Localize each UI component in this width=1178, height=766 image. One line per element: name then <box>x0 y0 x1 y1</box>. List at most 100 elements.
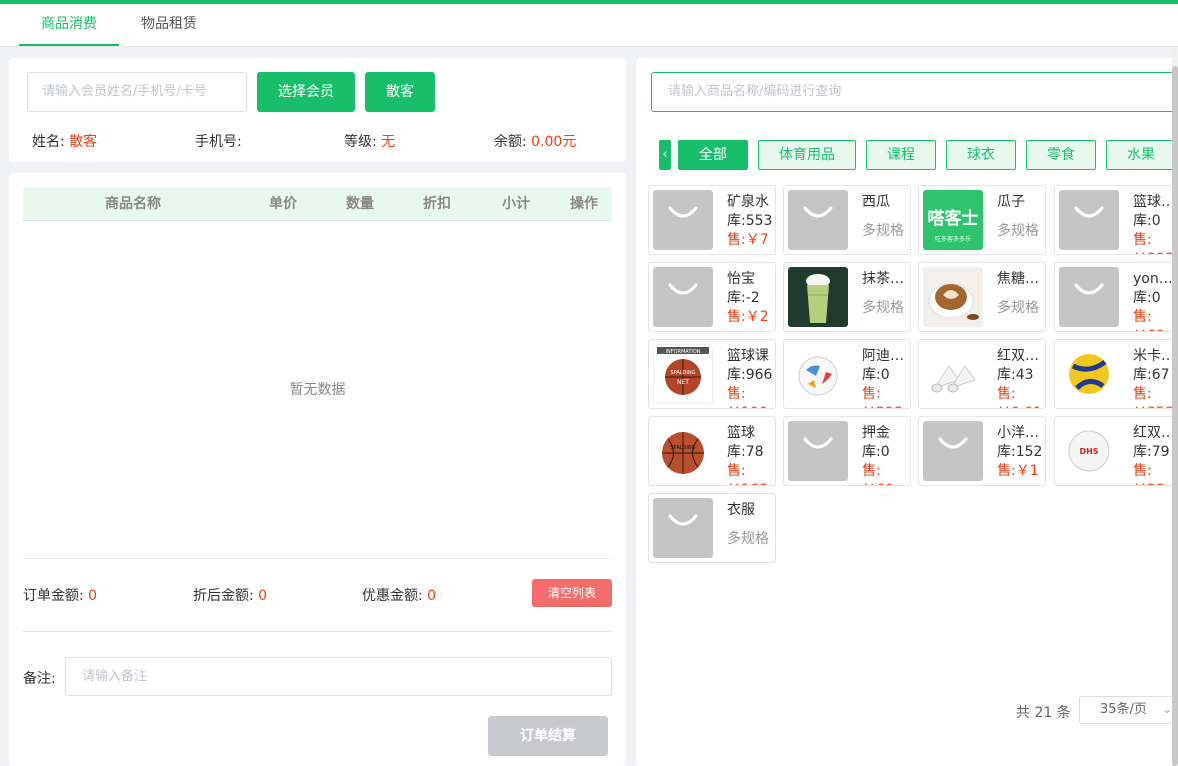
discounted-total-value: 0 <box>258 588 268 604</box>
order-total-value: 0 <box>88 588 98 604</box>
product-name: 焦糖… <box>997 271 1039 287</box>
page-size-select[interactable]: 35条/页 ⌄ <box>1079 696 1178 724</box>
divider <box>23 631 612 632</box>
product-card[interactable]: 红双… 库:43 售: ￥0.01 <box>918 339 1046 409</box>
product-name: 瓜子 <box>997 194 1025 210</box>
product-card[interactable]: 焦糖… 多规格 <box>918 262 1046 332</box>
category-fruit[interactable]: 水果 <box>1106 140 1176 170</box>
total-count: 共 21 条 <box>1016 705 1071 721</box>
product-name: 衣服 <box>727 502 755 518</box>
select-member-button[interactable]: 选择会员 <box>257 72 355 112</box>
product-name: 抹茶… <box>862 271 904 287</box>
category-jerseys[interactable]: 球衣 <box>946 140 1016 170</box>
category-sports[interactable]: 体育用品 <box>758 140 856 170</box>
remark-input[interactable]: 请输入备注 <box>65 657 612 696</box>
product-card[interactable]: 篮球…库:0售:￥398 <box>1054 185 1178 255</box>
product-card[interactable]: 怡宝库:-2 售:￥2 <box>648 262 776 332</box>
product-card[interactable]: 小洋… 库:152 售:￥1 <box>918 416 1046 486</box>
product-card[interactable]: DHS红双…库:79售:￥28 <box>1054 416 1178 486</box>
product-card[interactable]: 阿迪… 库:0 售: ￥298 <box>783 339 911 409</box>
walk-in-button[interactable]: 散客 <box>365 72 435 112</box>
product-stock: 库:0 <box>862 367 890 383</box>
product-card[interactable]: 押金库:0 售: ￥60 <box>783 416 911 486</box>
product-card[interactable]: 衣服 多规格 <box>648 493 776 563</box>
product-image <box>923 267 983 327</box>
product-price: 售:￥7 <box>727 232 769 248</box>
product-name: 红双… <box>997 348 1039 364</box>
product-card[interactable]: SPALDING 篮球库:78 售: ￥168 <box>648 416 776 486</box>
product-card[interactable]: 西瓜 多规格 <box>783 185 911 255</box>
product-price: 售: <box>727 463 746 479</box>
product-stock: 库:43 <box>997 367 1034 383</box>
product-card[interactable]: 矿泉水 库:553 售:￥7 <box>648 185 776 255</box>
tab-goods-consumption[interactable]: 商品消费 <box>19 4 119 46</box>
product-spec: 多规格 <box>727 531 769 547</box>
svg-text:嗒客士: 嗒客士 <box>928 208 979 229</box>
product-stock: 库:-2 <box>727 290 760 306</box>
member-search-input[interactable]: 请输入会员姓名/手机号/卡号 <box>27 72 247 112</box>
member-phone-info: 手机号: <box>195 134 242 150</box>
product-image <box>788 421 848 481</box>
product-price-value: ￥298 <box>862 404 910 408</box>
product-image <box>1059 344 1119 404</box>
column-actions: 操作 <box>570 196 598 212</box>
member-panel: 请输入会员姓名/手机号/卡号 选择会员 散客 姓名: 散客 手机号: 等级: 无… <box>9 58 626 162</box>
member-level-value: 无 <box>381 134 396 150</box>
product-card[interactable]: yone…库:0售:￥60 <box>1054 262 1178 332</box>
product-price: 售:￥2 <box>727 309 769 325</box>
svg-text:DHS: DHS <box>1079 447 1098 456</box>
product-image: SPALDING <box>653 421 713 481</box>
product-price: 售: <box>727 386 746 402</box>
product-price: 售: <box>862 463 881 479</box>
column-unit-price: 单价 <box>269 196 297 212</box>
product-price-value: ￥100 <box>727 404 775 408</box>
product-stock: 库:78 <box>727 444 764 460</box>
product-image <box>1059 190 1119 250</box>
product-image <box>923 421 983 481</box>
settle-order-button[interactable]: 订单结算 <box>488 716 608 756</box>
category-all[interactable]: 全部 <box>678 140 748 170</box>
product-image <box>653 267 713 327</box>
product-image <box>653 498 713 558</box>
product-name: 押金 <box>862 425 890 441</box>
order-table-header: 商品名称 单价 数量 折扣 小计 操作 <box>23 187 612 221</box>
product-name: 怡宝 <box>727 271 755 287</box>
product-name: 西瓜 <box>862 194 890 210</box>
product-price-value: ￥60 <box>862 481 910 485</box>
svg-text:SPALDING: SPALDING <box>670 445 695 451</box>
product-spec: 多规格 <box>862 300 904 316</box>
product-image <box>788 267 848 327</box>
product-search-input[interactable]: 请输入商品名称/编码进行查询 <box>651 72 1178 112</box>
product-card[interactable]: 米卡…库:67售:￥358 <box>1054 339 1178 409</box>
product-panel: 请输入商品名称/编码进行查询 ‹ 全部 体育用品 课程 球衣 零食 水果 矿泉水… <box>636 58 1178 766</box>
product-name: 小洋… <box>997 425 1039 441</box>
product-card[interactable]: 抹茶… 多规格 <box>783 262 911 332</box>
clear-list-button[interactable]: 清空列表 <box>532 579 612 607</box>
product-stock: 库:553 <box>727 213 773 229</box>
svg-text:INFORMATION: INFORMATION <box>665 349 700 355</box>
product-spec: 多规格 <box>997 300 1039 316</box>
member-balance-info: 余额: 0.00元 <box>494 134 577 150</box>
product-image <box>1059 267 1119 327</box>
scrollbar[interactable] <box>1172 48 1178 766</box>
product-name: 篮球课 <box>727 348 769 364</box>
scrollbar-thumb[interactable] <box>1172 66 1178 766</box>
remark-label: 备注: <box>23 671 56 687</box>
coupon-amount-value: 0 <box>427 588 437 604</box>
member-balance-value: 0.00元 <box>531 134 577 150</box>
module-tabs: 商品消费 物品租赁 <box>0 4 1178 47</box>
category-courses[interactable]: 课程 <box>866 140 936 170</box>
product-image <box>923 344 983 404</box>
tab-item-rental[interactable]: 物品租赁 <box>119 4 219 46</box>
product-card[interactable]: INFORMATION SPALDING NET 篮球课库:966 售: ￥100 <box>648 339 776 409</box>
svg-text:NET: NET <box>677 379 689 386</box>
product-name: 阿迪… <box>862 348 904 364</box>
category-prev-button[interactable]: ‹ <box>659 140 671 170</box>
product-price: 售: <box>862 386 881 402</box>
order-panel: 商品名称 单价 数量 折扣 小计 操作 暂无数据 订单金额: 0 折后金额: 0… <box>9 173 626 766</box>
product-stock: 库:152 <box>997 444 1043 460</box>
product-card[interactable]: 嗒客士 吃多客多多乐 瓜子 多规格 <box>918 185 1046 255</box>
member-name-value: 散客 <box>69 134 98 150</box>
product-stock: 库:966 <box>727 367 773 383</box>
category-snacks[interactable]: 零食 <box>1026 140 1096 170</box>
